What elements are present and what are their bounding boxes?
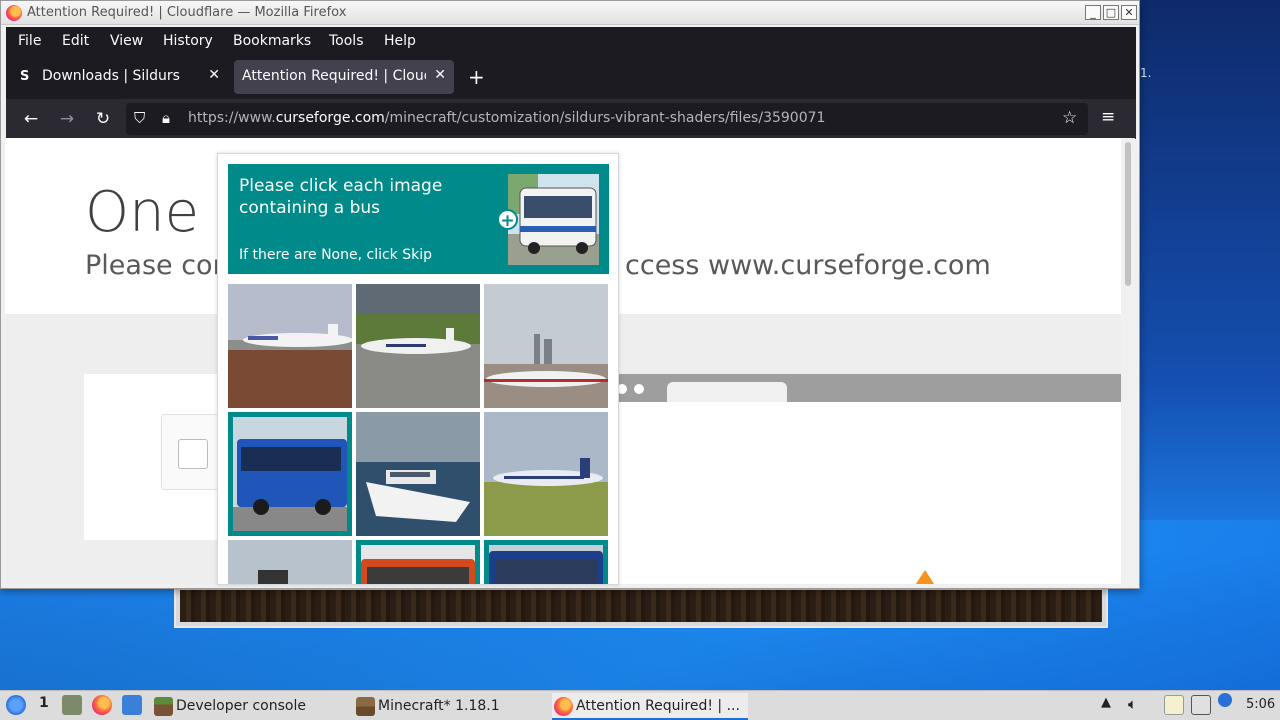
captcha-tile-7[interactable] — [228, 540, 352, 584]
notification-icon[interactable] — [1218, 693, 1232, 707]
task-label: Developer console — [176, 698, 306, 714]
window-title: Attention Required! | Cloudflare — Mozil… — [27, 5, 347, 20]
illustration-tab — [667, 382, 787, 402]
workspace-indicator[interactable]: 1 — [39, 695, 49, 717]
network-icon[interactable] — [1191, 695, 1211, 715]
airplane-tile-icon — [484, 284, 608, 408]
task-label: Minecraft* 1.18.1 — [378, 698, 500, 714]
bus-sample-icon — [508, 174, 599, 265]
bookmark-star-icon[interactable]: ☆ — [1062, 108, 1077, 128]
menu-bookmarks[interactable]: Bookmarks — [233, 33, 311, 49]
shield-icon[interactable]: ⛉ — [134, 109, 145, 127]
close-window-button[interactable]: ✕ — [1121, 5, 1137, 20]
captcha-tile-2[interactable] — [356, 284, 480, 408]
show-desktop-icon[interactable] — [122, 695, 142, 715]
airplane-tile-icon — [356, 284, 480, 408]
captcha-sample-image — [508, 174, 599, 265]
volume-icon[interactable]: 🔈︎ — [1128, 695, 1137, 717]
lock-icon[interactable]: 🔒︎ — [162, 109, 170, 127]
scrollbar-thumb[interactable] — [1125, 142, 1131, 286]
captcha-tile-9[interactable] — [484, 540, 608, 584]
sample-zoom-icon[interactable]: + — [497, 209, 518, 231]
url-text[interactable]: https://www.curseforge.com/minecraft/cus… — [188, 110, 825, 126]
boat-tile-icon — [356, 412, 480, 536]
maximize-button[interactable]: □ — [1103, 5, 1119, 20]
captcha-tile-6[interactable] — [484, 412, 608, 536]
captcha-tile-1[interactable] — [228, 284, 352, 408]
task-minecraft[interactable]: Minecraft* 1.18.1 — [354, 693, 546, 720]
back-button[interactable]: ← — [19, 107, 43, 131]
browser-illustration — [617, 374, 1121, 584]
firefox-icon — [6, 5, 22, 21]
menubar: File Edit View History Bookmarks Tools H… — [6, 27, 1136, 55]
menu-edit[interactable]: Edit — [62, 33, 89, 49]
forward-button[interactable]: → — [55, 107, 79, 131]
new-tab-button[interactable]: + — [468, 65, 485, 89]
close-tab-icon[interactable]: ✕ — [208, 67, 220, 83]
warning-cone-icon — [899, 570, 951, 584]
illustration-body — [617, 402, 1121, 584]
tab-favicon: S — [20, 69, 30, 84]
app-menu-icon[interactable]: ≡ — [1101, 107, 1115, 127]
firefox-icon — [554, 697, 573, 716]
minimize-button[interactable]: _ — [1085, 5, 1101, 20]
tab-downloads[interactable]: S Downloads | Sildurs Shad ✕ — [10, 60, 228, 94]
tab-title: Attention Required! | Cloudfl — [242, 68, 426, 84]
illustration-browser-bar — [617, 374, 1121, 402]
navigation-bar: ← → ↻ ⛉ 🔒︎ https://www.curseforge.com/mi… — [6, 99, 1136, 139]
human-checkbox[interactable] — [178, 439, 208, 469]
page-scrollbar[interactable] — [1121, 138, 1135, 584]
clock: 5:06 — [1246, 697, 1276, 712]
captcha-tile-4[interactable] — [228, 412, 352, 536]
task-label: Attention Required! | ... — [576, 698, 740, 714]
bus-tile-icon — [489, 545, 603, 584]
window-titlebar[interactable]: Attention Required! | Cloudflare — Mozil… — [1, 1, 1139, 25]
desktop-edge-text: 1. — [1140, 66, 1152, 80]
taskbar: 1 Developer console Minecraft* 1.18.1 At… — [0, 690, 1280, 720]
clipboard-icon[interactable] — [1164, 695, 1184, 715]
captcha-skip-hint: If there are None, click Skip — [239, 247, 433, 263]
airplane-tile-icon — [484, 412, 608, 536]
bus-tile-icon — [233, 417, 347, 531]
menu-file[interactable]: File — [18, 33, 41, 49]
unknown-tile-icon — [228, 540, 352, 584]
firefox-launcher-icon[interactable] — [92, 695, 112, 715]
reload-button[interactable]: ↻ — [91, 107, 115, 131]
url-bar[interactable]: ⛉ 🔒︎ https://www.curseforge.com/minecraf… — [126, 103, 1088, 135]
minecraft-dirt-texture — [180, 590, 1102, 622]
page-subheading: Please con — [85, 250, 230, 281]
tab-attention-required[interactable]: Attention Required! | Cloudfl ✕ — [234, 60, 454, 94]
page-subheading-right: ccess www.curseforge.com — [625, 250, 991, 281]
task-firefox[interactable]: Attention Required! | ... — [552, 693, 748, 720]
airplane-tile-icon — [228, 284, 352, 408]
tray-arrow-icon[interactable]: ▲ — [1101, 695, 1111, 717]
minecraft-block-icon — [154, 697, 173, 716]
captcha-tile-8[interactable] — [356, 540, 480, 584]
minecraft-block-icon — [356, 697, 375, 716]
tab-title: Downloads | Sildurs Shad — [42, 68, 182, 84]
captcha-challenge: Please click each image containing a bus… — [217, 153, 619, 585]
file-manager-icon[interactable] — [62, 695, 82, 715]
tabbar: S Downloads | Sildurs Shad ✕ Attention R… — [6, 55, 1136, 99]
menu-help[interactable]: Help — [384, 33, 416, 49]
menu-view[interactable]: View — [110, 33, 143, 49]
captcha-tile-3[interactable] — [484, 284, 608, 408]
captcha-prompt: Please click each image containing a bus — [239, 176, 443, 218]
menu-history[interactable]: History — [163, 33, 213, 49]
close-tab-icon[interactable]: ✕ — [434, 67, 446, 83]
illustration-dot — [634, 384, 644, 394]
start-menu-icon[interactable] — [6, 695, 26, 715]
checkbox-area — [161, 414, 221, 490]
task-developer-console[interactable]: Developer console — [152, 693, 348, 720]
bus-tile-icon — [361, 545, 475, 584]
captcha-header: Please click each image containing a bus… — [228, 164, 609, 274]
menu-tools[interactable]: Tools — [329, 33, 364, 49]
captcha-tile-5[interactable] — [356, 412, 480, 536]
